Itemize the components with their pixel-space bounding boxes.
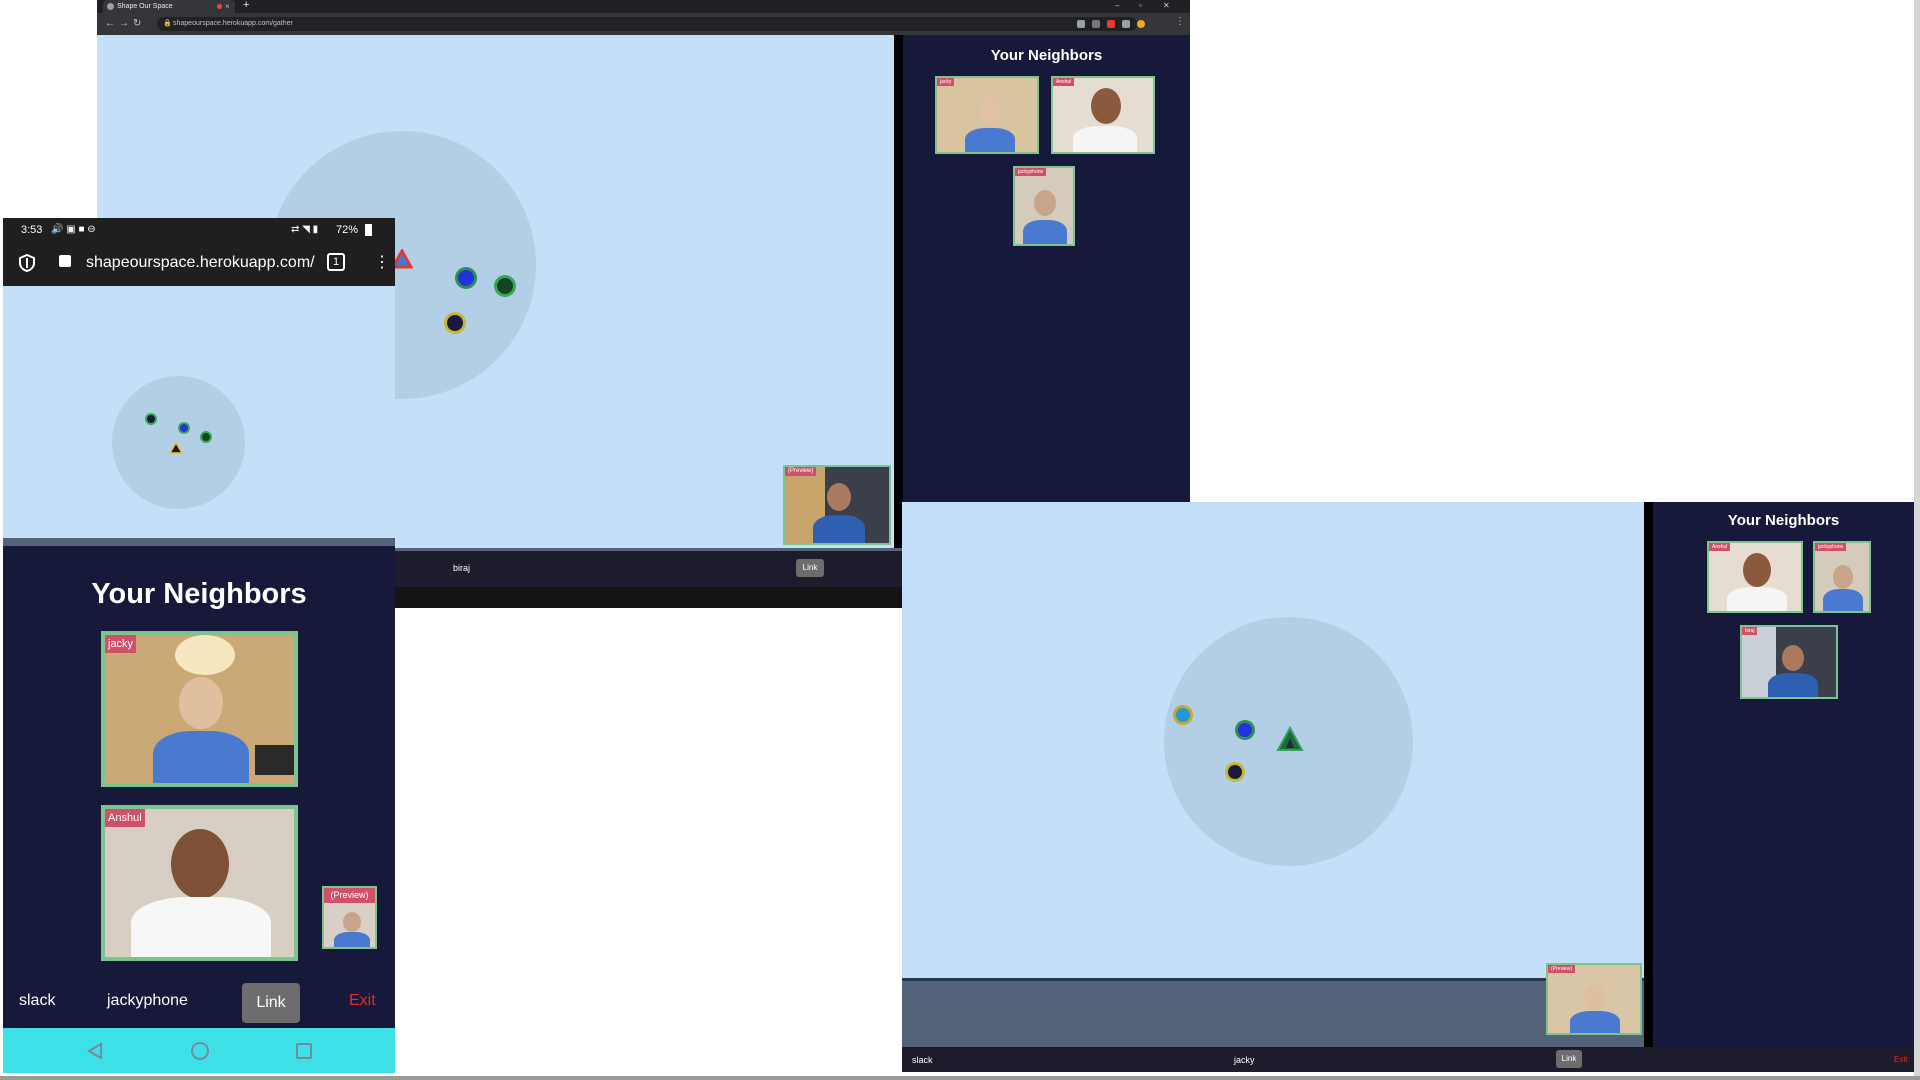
- neighbors-title: Your Neighbors: [990, 47, 1103, 64]
- own-video-preview: (Preview): [322, 886, 377, 949]
- neighbor-tag: jackyphone: [1015, 168, 1047, 176]
- space-map[interactable]: [902, 502, 1644, 978]
- neighbor-tag: Anshul: [1709, 543, 1731, 551]
- address-url: shapeourspace.herokuapp.com/gather: [173, 20, 293, 27]
- neighbor-tag: jackyphone: [1815, 543, 1847, 551]
- exit-button[interactable]: Exit: [349, 992, 376, 1010]
- status-time: 3:53: [21, 224, 43, 236]
- bookmark-star-icon[interactable]: [1092, 20, 1100, 28]
- preview-tag: (Preview): [324, 888, 375, 903]
- username-label: biraj: [453, 563, 471, 573]
- neighbor-dot[interactable]: [497, 278, 513, 294]
- neighbor-video-jacky: jacky: [101, 631, 298, 787]
- own-avatar-triangle[interactable]: [1276, 726, 1304, 752]
- second-browser-window: (Preview) Your Neighbors Anshul jackypho…: [902, 502, 1914, 1072]
- bottom-edge: [0, 1076, 1920, 1080]
- footer-strip: (Preview): [902, 963, 1653, 1047]
- link-button[interactable]: Link: [1556, 1050, 1582, 1068]
- back-icon[interactable]: [87, 1042, 103, 1060]
- neighbors-sidebar: Your Neighbors Anshul jackyphone biraj: [1653, 502, 1914, 1072]
- neighbor-dot[interactable]: [447, 315, 463, 331]
- close-window-icon[interactable]: ✕: [1163, 0, 1170, 11]
- link-button[interactable]: Link: [242, 983, 300, 1023]
- own-video-preview: (Preview): [783, 465, 891, 545]
- neighbors-title: Your Neighbors: [91, 578, 307, 610]
- tab-count[interactable]: 1: [327, 253, 345, 271]
- lock-icon: [59, 255, 71, 267]
- browser-tab[interactable]: Shape Our Space ×: [103, 0, 235, 13]
- username-label: jacky: [1234, 1055, 1255, 1065]
- restore-icon[interactable]: ▫: [1139, 0, 1142, 11]
- tab-favicon-icon: [107, 3, 114, 10]
- tab-title: Shape Our Space: [117, 3, 173, 10]
- slack-label[interactable]: slack: [19, 992, 55, 1010]
- status-icons: 🔊 ▣ ■ ⊖: [51, 224, 96, 235]
- link-button[interactable]: Link: [796, 559, 824, 577]
- phone-screen: 3:53 🔊 ▣ ■ ⊖ ⇄ ◥ ▮ 72% shapeourspace.her…: [3, 218, 395, 1073]
- neighbor-dot[interactable]: [1176, 708, 1190, 722]
- username-label: jackyphone: [107, 992, 188, 1009]
- recents-icon[interactable]: [296, 1043, 312, 1059]
- battery-icon: [365, 224, 372, 236]
- neighbor-tag: biraj: [1742, 627, 1758, 635]
- browser-menu-icon[interactable]: ⋮: [1175, 16, 1185, 27]
- home-icon[interactable]: [191, 1042, 209, 1060]
- signal-icons: ⇄ ◥ ▮: [291, 224, 319, 235]
- back-icon[interactable]: ←: [105, 18, 115, 29]
- phone-status-bar: 3:53 🔊 ▣ ■ ⊖ ⇄ ◥ ▮ 72%: [3, 218, 395, 242]
- neighbor-dot[interactable]: [1238, 723, 1252, 737]
- bottom-bar: slack jacky Link Exit: [902, 1047, 1914, 1072]
- neighbor-dot[interactable]: [202, 433, 210, 441]
- neighbor-video-anshul: Anshul: [1707, 541, 1803, 613]
- neighbor-video-anshul: Anshul: [101, 805, 298, 961]
- browser-tab-strip: Shape Our Space × + – ▫ ✕: [97, 0, 1190, 13]
- own-video-preview: (Preview): [1546, 963, 1642, 1035]
- neighbor-video-jackyphone: jackyphone: [1013, 166, 1075, 246]
- own-avatar-triangle[interactable]: [169, 442, 183, 454]
- lock-icon: 🔒: [163, 20, 172, 27]
- screen-edge: [1914, 0, 1920, 1080]
- forward-icon[interactable]: →: [119, 18, 129, 29]
- neighbor-dot[interactable]: [180, 424, 188, 432]
- minimize-icon[interactable]: –: [1115, 0, 1119, 11]
- phone-space-map[interactable]: [3, 286, 395, 538]
- phone-menu-icon[interactable]: ⋮: [374, 252, 390, 272]
- neighbor-video-jacky: jacky: [935, 76, 1039, 154]
- neighbor-video-biraj: biraj: [1740, 625, 1838, 699]
- phone-url: shapeourspace.herokuapp.com/: [86, 254, 315, 271]
- profile-avatar-icon[interactable]: [1137, 20, 1145, 28]
- tab-close-icon[interactable]: ×: [225, 0, 230, 13]
- phone-address-bar[interactable]: shapeourspace.herokuapp.com/ 1 ⋮: [3, 242, 395, 286]
- neighbor-dot[interactable]: [147, 415, 155, 423]
- neighbor-tag: jacky: [937, 78, 955, 86]
- preview-tag: (Preview): [785, 467, 817, 476]
- neighbor-dot[interactable]: [1228, 765, 1242, 779]
- neighbor-dot[interactable]: [458, 270, 474, 286]
- neighbor-tag: Anshul: [105, 809, 145, 827]
- extension-record-icon[interactable]: [1107, 20, 1115, 28]
- neighbor-video-anshul: Anshul: [1051, 76, 1155, 154]
- address-bar[interactable]: 🔒 shapeourspace.herokuapp.com/gather: [157, 17, 1137, 31]
- phone-bottom-bar: slack jackyphone Link Exit: [3, 978, 395, 1028]
- new-tab-button[interactable]: +: [243, 0, 249, 11]
- neighbors-title: Your Neighbors: [1727, 512, 1840, 529]
- exit-button[interactable]: Exit: [1894, 1055, 1907, 1064]
- reload-icon[interactable]: ↻: [133, 18, 141, 29]
- neighbor-tag: jacky: [105, 635, 137, 653]
- battery-percent: 72%: [336, 224, 359, 236]
- panel-divider: [1644, 502, 1653, 1047]
- recording-indicator-icon: [217, 4, 222, 9]
- preview-tag: (Preview): [1548, 965, 1576, 973]
- neighbor-video-jackyphone: jackyphone: [1813, 541, 1871, 613]
- extensions-puzzle-icon[interactable]: [1122, 20, 1130, 28]
- extension-icon[interactable]: [1077, 20, 1085, 28]
- shield-icon[interactable]: [19, 254, 35, 272]
- neighbor-tag: Anshul: [1053, 78, 1075, 86]
- slack-label[interactable]: slack: [912, 1055, 933, 1065]
- browser-toolbar: ← → ↻ 🔒 shapeourspace.herokuapp.com/gath…: [97, 13, 1190, 35]
- android-nav-bar: [3, 1028, 395, 1073]
